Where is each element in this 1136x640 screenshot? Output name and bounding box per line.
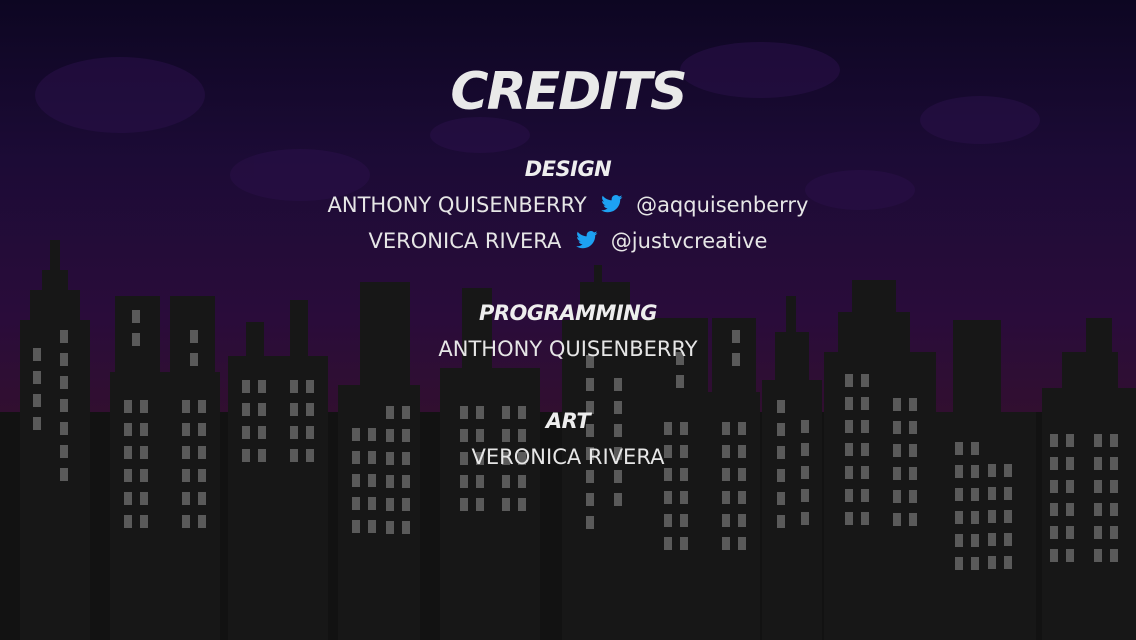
section-heading-programming: PROGRAMMING bbox=[479, 301, 658, 325]
twitter-bird-icon bbox=[576, 231, 598, 249]
twitter-bird-icon bbox=[601, 195, 623, 213]
credit-line: VERONICA RIVERA bbox=[0, 444, 1136, 470]
credits-title: CREDITS bbox=[450, 62, 687, 122]
person-name: ANTHONY QUISENBERRY bbox=[327, 193, 587, 217]
credits-screen: CREDITS DESIGN ANTHONY QUISENBERRY @aqqu… bbox=[0, 0, 1136, 640]
twitter-handle-link[interactable]: @aqquisenberry bbox=[636, 193, 808, 217]
credit-line: VERONICA RIVERA @justvcreative bbox=[0, 228, 1136, 254]
section-heading-art: ART bbox=[545, 409, 591, 433]
credits-panel: CREDITS DESIGN ANTHONY QUISENBERRY @aqqu… bbox=[0, 0, 1136, 640]
person-name: VERONICA RIVERA bbox=[368, 229, 562, 253]
person-name: ANTHONY QUISENBERRY bbox=[438, 337, 698, 361]
credit-line: ANTHONY QUISENBERRY bbox=[0, 336, 1136, 362]
credit-line: ANTHONY QUISENBERRY @aqquisenberry bbox=[0, 192, 1136, 218]
section-heading-design: DESIGN bbox=[524, 157, 612, 181]
person-name: VERONICA RIVERA bbox=[471, 445, 665, 469]
twitter-handle-link[interactable]: @justvcreative bbox=[611, 229, 768, 253]
